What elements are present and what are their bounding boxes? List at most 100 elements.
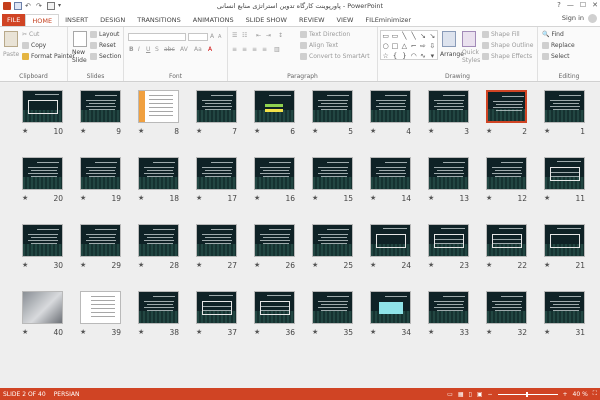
columns-icon[interactable]: ▥ xyxy=(274,46,280,53)
align-text-button[interactable]: Align Text xyxy=(300,42,338,49)
slide-transition-star-icon[interactable]: ★ xyxy=(486,328,492,336)
tab-insert[interactable]: INSERT xyxy=(59,14,94,26)
customize-qat-icon[interactable]: ▾ xyxy=(58,2,66,10)
line-spacing-icon[interactable]: ↕ xyxy=(278,32,283,39)
shape-arrow2-icon[interactable]: ↘ xyxy=(428,31,437,41)
quick-styles-icon[interactable] xyxy=(462,31,476,47)
slide-transition-star-icon[interactable]: ★ xyxy=(196,127,202,135)
slide-transition-star-icon[interactable]: ★ xyxy=(196,194,202,202)
slide-thumbnail[interactable] xyxy=(428,224,469,257)
shape-line-icon[interactable]: ╲ xyxy=(400,31,409,41)
tab-slide-show[interactable]: SLIDE SHOW xyxy=(240,14,293,26)
shape-wave-icon[interactable]: ∿ xyxy=(418,51,427,61)
slide-thumbnail[interactable] xyxy=(80,291,121,324)
language-indicator[interactable]: PERSIAN xyxy=(54,391,80,398)
shape-line2-icon[interactable]: ╲ xyxy=(409,31,418,41)
slide-thumbnail[interactable] xyxy=(254,224,295,257)
tab-fileminimizer[interactable]: FILEminimizer xyxy=(359,14,417,26)
slide-transition-star-icon[interactable]: ★ xyxy=(254,127,260,135)
slide-transition-star-icon[interactable]: ★ xyxy=(544,127,550,135)
maximize-icon[interactable]: ☐ xyxy=(580,1,586,9)
layout-button[interactable]: Layout xyxy=(90,31,119,38)
slide-thumbnail[interactable] xyxy=(22,224,63,257)
align-center-icon[interactable]: ≡ xyxy=(242,46,247,53)
slide-transition-star-icon[interactable]: ★ xyxy=(370,127,376,135)
slide-thumbnail[interactable] xyxy=(428,157,469,190)
minimize-icon[interactable]: — xyxy=(567,1,574,9)
justify-icon[interactable]: ≡ xyxy=(262,46,267,53)
slide-transition-star-icon[interactable]: ★ xyxy=(196,328,202,336)
decrease-indent-icon[interactable]: ⇤ xyxy=(256,32,261,39)
align-right-icon[interactable]: ≡ xyxy=(252,46,257,53)
slide-thumbnail[interactable] xyxy=(544,157,585,190)
slide-transition-star-icon[interactable]: ★ xyxy=(312,194,318,202)
tab-animations[interactable]: ANIMATIONS xyxy=(187,14,240,26)
slide-thumbnail[interactable] xyxy=(370,224,411,257)
arrange-icon[interactable] xyxy=(442,31,456,47)
slide-thumbnail[interactable] xyxy=(80,90,121,123)
slide-thumbnail[interactable] xyxy=(80,224,121,257)
font-size-combo[interactable] xyxy=(188,33,208,41)
shape-fill-button[interactable]: Shape Fill xyxy=(482,31,520,38)
tab-home[interactable]: HOME xyxy=(25,14,60,26)
slide-transition-star-icon[interactable]: ★ xyxy=(486,194,492,202)
shape-triangle-icon[interactable]: △ xyxy=(400,41,409,51)
slide-transition-star-icon[interactable]: ★ xyxy=(254,328,260,336)
shape-star-icon[interactable]: ☆ xyxy=(381,51,390,61)
new-slide-button-line2[interactable]: Slide xyxy=(72,57,87,64)
slide-thumbnail[interactable] xyxy=(254,157,295,190)
slide-transition-star-icon[interactable]: ★ xyxy=(196,261,202,269)
sign-in-link[interactable]: Sign in xyxy=(562,14,584,22)
decrease-font-icon[interactable]: A xyxy=(218,34,221,40)
replace-button[interactable]: Replace xyxy=(542,42,575,49)
section-button[interactable]: Section xyxy=(90,53,121,60)
zoom-out-icon[interactable]: − xyxy=(487,391,492,398)
slide-thumbnail[interactable] xyxy=(544,224,585,257)
slide-transition-star-icon[interactable]: ★ xyxy=(138,194,144,202)
shape-brace2-icon[interactable]: } xyxy=(400,51,409,61)
bullets-icon[interactable]: ☰ xyxy=(232,32,237,39)
slide-transition-star-icon[interactable]: ★ xyxy=(486,261,492,269)
slide-transition-star-icon[interactable]: ★ xyxy=(370,261,376,269)
save-icon[interactable] xyxy=(14,2,22,10)
slide-thumbnail[interactable] xyxy=(80,157,121,190)
slide-thumbnail[interactable] xyxy=(22,291,63,324)
shape-brace-icon[interactable]: { xyxy=(390,51,399,61)
quick-styles-button-line2[interactable]: Styles xyxy=(462,57,480,64)
italic-icon[interactable]: I xyxy=(138,46,140,53)
numbering-icon[interactable]: ☷ xyxy=(242,32,247,39)
slide-transition-star-icon[interactable]: ★ xyxy=(428,261,434,269)
slide-thumbnail[interactable] xyxy=(312,90,353,123)
slide-thumbnail[interactable] xyxy=(370,157,411,190)
select-button[interactable]: Select xyxy=(542,53,570,60)
slide-transition-star-icon[interactable]: ★ xyxy=(138,261,144,269)
slide-transition-star-icon[interactable]: ★ xyxy=(544,194,550,202)
slide-transition-star-icon[interactable]: ★ xyxy=(312,328,318,336)
slide-transition-star-icon[interactable]: ★ xyxy=(428,194,434,202)
shape-rectangle-icon[interactable]: ▭ xyxy=(381,31,390,41)
character-spacing-icon[interactable]: AV xyxy=(180,46,188,53)
fit-slide-icon[interactable]: ⛶ xyxy=(593,390,597,398)
bold-icon[interactable]: B xyxy=(129,46,134,53)
avatar[interactable] xyxy=(588,14,597,23)
align-left-icon[interactable]: ≡ xyxy=(232,46,237,53)
slide-thumbnail[interactable] xyxy=(138,157,179,190)
slide-transition-star-icon[interactable]: ★ xyxy=(22,328,28,336)
slide-thumbnail[interactable] xyxy=(370,90,411,123)
paste-button[interactable]: Paste xyxy=(3,51,19,58)
slide-thumbnail[interactable] xyxy=(486,291,527,324)
find-button[interactable]: 🔍 Find xyxy=(542,31,564,38)
new-slide-button-line1[interactable]: New xyxy=(72,49,85,56)
shape-effects-button[interactable]: Shape Effects xyxy=(482,53,532,60)
shape-oval-icon[interactable]: ○ xyxy=(381,41,390,51)
slide-thumbnail[interactable] xyxy=(22,90,63,123)
slide-thumbnail[interactable] xyxy=(138,224,179,257)
slide-thumbnail[interactable] xyxy=(428,90,469,123)
tab-transitions[interactable]: TRANSITIONS xyxy=(131,14,187,26)
copy-button[interactable]: Copy xyxy=(22,42,46,49)
slide-transition-star-icon[interactable]: ★ xyxy=(22,194,28,202)
tab-file[interactable]: FILE xyxy=(2,14,26,26)
arrange-button[interactable]: Arrange xyxy=(440,51,464,58)
slide-thumbnail[interactable] xyxy=(544,90,585,123)
zoom-in-icon[interactable]: + xyxy=(563,391,568,398)
